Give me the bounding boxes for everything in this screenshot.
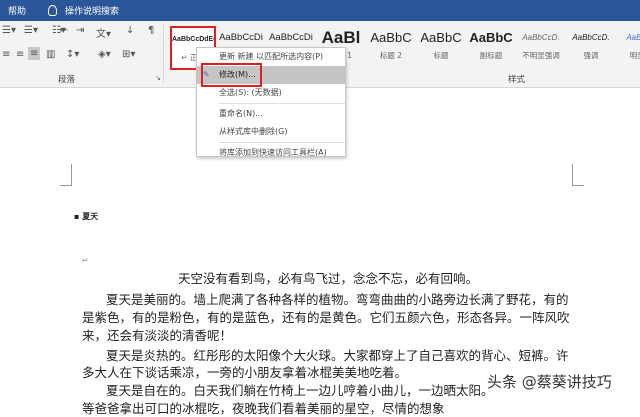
style-title[interactable]: AaBbC 标题 — [416, 26, 466, 70]
heading-text[interactable]: ▪ 夏天 — [74, 211, 98, 222]
shading-icon[interactable]: ◈▾ — [98, 49, 111, 60]
help-tab[interactable]: 帮助 — [8, 4, 26, 17]
style-emphasis[interactable]: AaBbCcD. 强调 — [566, 26, 616, 70]
doc-line[interactable]: 夏天是自在的。白天我们躺在竹椅上一边儿哼着小曲儿，一边晒太阳。 — [106, 380, 494, 399]
page-corner-mark — [572, 164, 584, 186]
doc-line[interactable]: 夏天是美丽的。墙上爬满了各种各样的植物。弯弯曲曲的小路旁边长满了野花，有的 — [106, 289, 569, 308]
sort-icon[interactable]: ↓ — [126, 25, 134, 36]
doc-line[interactable]: 等爸爸拿出可口的冰棍吃，夜晚我们看着美丽的星空，尽情的想象 — [82, 398, 445, 417]
style-subtitle[interactable]: AaBbC 副标题 — [466, 26, 516, 70]
doc-line[interactable]: 来，还会有淡淡的清香呢！ — [82, 325, 232, 344]
bullets-icon[interactable]: ☰▾ — [2, 25, 16, 36]
numbering-icon[interactable]: ☰▾ — [24, 25, 38, 36]
show-marks-icon[interactable]: ¶ — [148, 25, 154, 36]
menu-divider — [219, 103, 345, 104]
menu-remove-from-gallery[interactable]: 从样式库中删除(G) — [197, 123, 345, 141]
align-right-icon[interactable]: ≡ — [16, 49, 24, 60]
doc-line[interactable]: 多大人在下谈话乘凉，一旁的小朋友拿着冰棍美美地吃着。 — [82, 362, 407, 381]
lightbulb-icon — [48, 5, 58, 16]
justify-icon[interactable]: ≡ — [28, 47, 41, 60]
group-divider — [163, 25, 164, 83]
menu-divider — [219, 142, 345, 143]
style-heading-2[interactable]: AaBbC 标题 2 — [366, 26, 416, 70]
style-intense-emphasis[interactable]: AaBbCc明显强 — [616, 26, 640, 70]
line-spacing-icon[interactable]: ↕▾ — [66, 49, 79, 60]
menu-rename[interactable]: 重命名(N)... — [197, 105, 345, 123]
doc-line[interactable]: 天空没有看到鸟，必有鸟飞过，念念不忘，必有回响。 — [178, 268, 478, 287]
styles-group-label: 样式 — [508, 75, 526, 85]
chinese-layout-icon[interactable]: 文▾ — [96, 25, 111, 40]
style-subtle-emphasis[interactable]: AaBbCcD. 不明显强调 — [516, 26, 566, 70]
distributed-icon[interactable]: ▥ — [46, 49, 55, 60]
paragraph-group-label: 段落 — [58, 75, 76, 85]
paragraph-mark: ↵ — [82, 256, 89, 265]
align-center-icon[interactable]: ≡ — [2, 49, 10, 60]
increase-indent-icon[interactable]: ⇥ — [76, 25, 84, 36]
page-corner-mark — [60, 164, 72, 186]
menu-add-to-quick-access[interactable]: 将库添加到快速访问工具栏(A) — [197, 144, 345, 162]
borders-icon[interactable]: ⊞▾ — [122, 49, 135, 60]
decrease-indent-icon[interactable]: ⇤ — [60, 25, 68, 36]
doc-line[interactable]: 是紫色，有的是粉色，有的是蓝色，还有的是黄色。它们五颜六色，形态各异。一阵风吹 — [82, 307, 570, 326]
dialog-launcher-icon[interactable]: ↘ — [155, 74, 161, 82]
highlight-box — [201, 63, 262, 87]
tell-me-search[interactable]: 操作说明搜索 — [65, 4, 119, 17]
title-bar: 帮助 操作说明搜索 — [0, 0, 640, 21]
watermark: 头条 @蔡葵讲技巧 — [487, 373, 612, 391]
